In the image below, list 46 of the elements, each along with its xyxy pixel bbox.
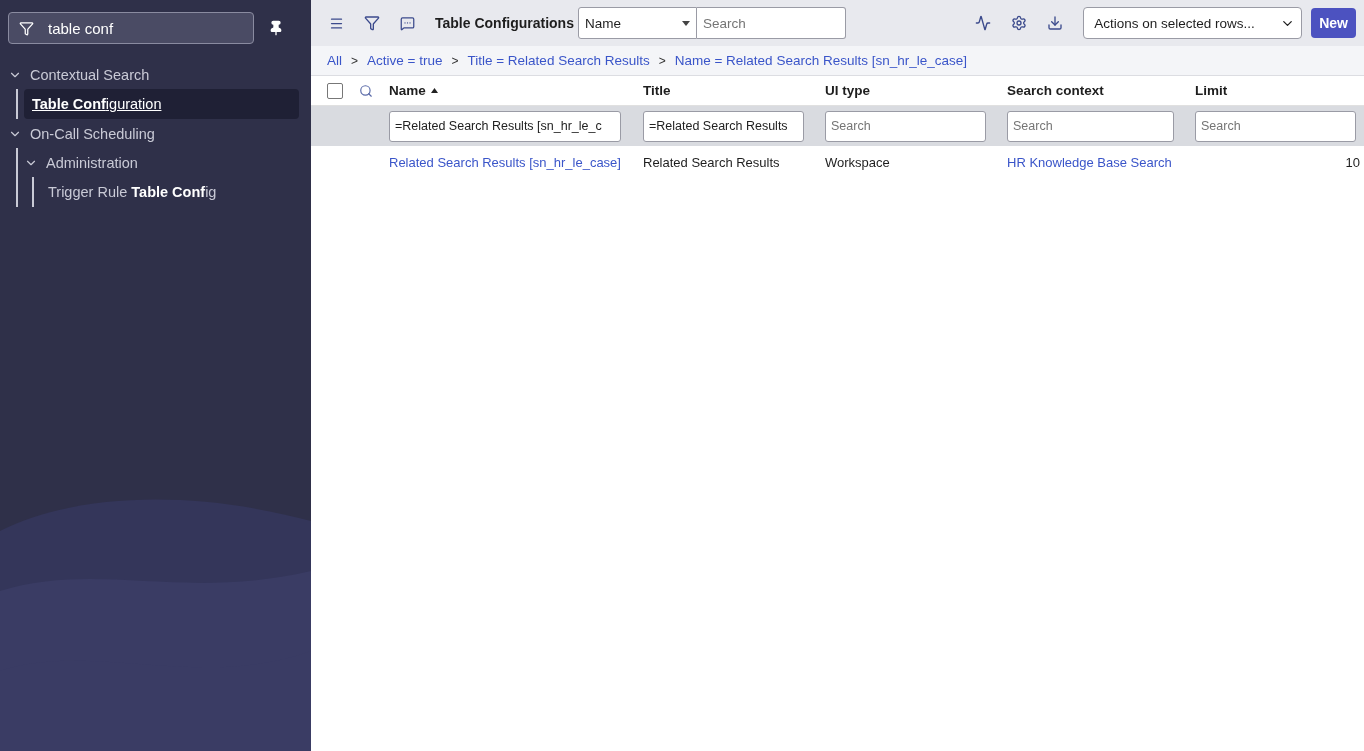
column-header[interactable]: Title: [643, 83, 825, 98]
nav-item[interactable]: Table Configuration: [24, 89, 299, 119]
column-header[interactable]: Name: [389, 83, 643, 98]
breadcrumb-separator: >: [451, 53, 459, 68]
search-field[interactable]: Search: [696, 7, 846, 39]
field-select[interactable]: Name: [577, 7, 697, 39]
breadcrumb-separator: >: [351, 53, 359, 68]
sort-ascending-icon: [430, 88, 438, 93]
chat-icon[interactable]: [400, 15, 415, 31]
breadcrumb-link[interactable]: All: [327, 53, 342, 68]
pulse-icon[interactable]: [975, 15, 992, 31]
list-title: Table Configurations: [435, 15, 574, 31]
download-icon[interactable]: [1047, 15, 1064, 31]
filter-input[interactable]: table conf: [46, 18, 236, 38]
table-cell: 10: [1345, 154, 1360, 170]
select-all-checkbox[interactable]: [327, 82, 343, 99]
breadcrumb-link[interactable]: Title = Related Search Results: [467, 53, 650, 68]
new-button[interactable]: New: [1311, 8, 1356, 38]
filter-icon[interactable]: [364, 15, 380, 31]
settings-icon[interactable]: [1011, 15, 1028, 31]
breadcrumb-link[interactable]: Active = true: [367, 53, 443, 68]
nav-item[interactable]: Trigger Rule Table Config: [40, 177, 280, 207]
breadcrumb-link[interactable]: Name = Related Search Results [sn_hr_le_case]: [674, 53, 967, 68]
nav-group-label[interactable]: Contextual Search: [30, 66, 150, 83]
pin-icon[interactable]: [268, 20, 284, 36]
column-filter-field[interactable]: Search: [1007, 110, 1174, 142]
table-cell-text: Workspace: [825, 154, 891, 170]
record-link[interactable]: HR Knowledge Base Search: [1007, 154, 1195, 170]
column-header[interactable]: Limit: [1195, 83, 1364, 98]
menu-icon[interactable]: [329, 15, 344, 31]
nav-group-label[interactable]: On-Call Scheduling: [30, 125, 155, 142]
column-header[interactable]: UI type: [825, 83, 1007, 98]
search-icon[interactable]: [359, 83, 373, 98]
column-filter-field[interactable]: =Related Search Results [sn_hr_le_c: [389, 110, 621, 142]
column-header[interactable]: Search context: [1007, 83, 1195, 98]
actions-select[interactable]: Actions on selected rows...: [1083, 7, 1303, 39]
column-filter-field[interactable]: =Related Search Results: [643, 110, 804, 142]
nav-group-label[interactable]: Administration: [46, 154, 138, 171]
record-link[interactable]: Related Search Results [sn_hr_le_case]: [389, 154, 643, 170]
column-filter-field[interactable]: Search: [825, 110, 986, 142]
filter-icon: [19, 20, 34, 36]
column-filter-field[interactable]: Search: [1195, 110, 1356, 142]
table-cell-text: Related Search Results: [643, 154, 781, 170]
breadcrumb-separator: >: [658, 53, 666, 68]
filter-field[interactable]: table conf: [8, 12, 254, 44]
caret-icon: [681, 20, 690, 26]
